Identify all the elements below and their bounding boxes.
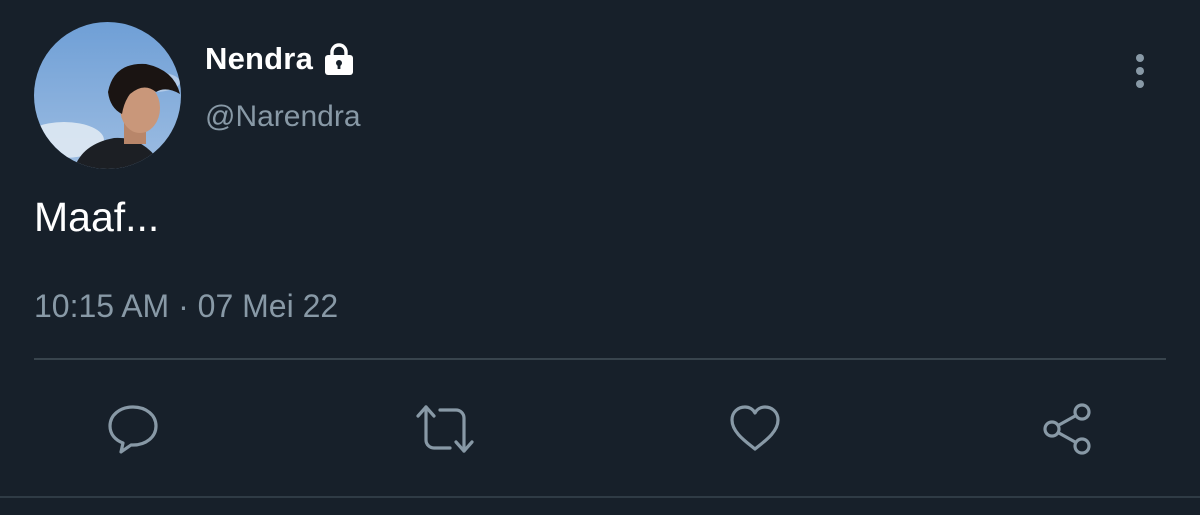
like-button[interactable] <box>728 402 782 456</box>
heart-icon <box>730 405 780 451</box>
tweet-text: Maaf... <box>34 194 160 240</box>
avatar-photo <box>34 22 181 169</box>
reply-icon <box>108 405 158 454</box>
retweet-icon <box>416 405 474 453</box>
share-button[interactable] <box>1040 402 1094 456</box>
share-icon <box>1043 403 1091 455</box>
more-vertical-icon[interactable] <box>1124 50 1156 94</box>
divider <box>34 358 1166 360</box>
tweet-timestamp[interactable]: 10:15 AM · 07 Mei 22 <box>34 288 338 325</box>
tweet-card: Nendra @Narendra Maaf... 10:15 AM · 07 M… <box>0 0 1200 515</box>
user-handle[interactable]: @Narendra <box>205 100 361 134</box>
avatar[interactable] <box>34 22 181 169</box>
display-name[interactable]: Nendra <box>205 41 313 77</box>
lock-icon <box>321 41 357 77</box>
bottom-divider <box>0 496 1200 498</box>
user-name-row: Nendra <box>205 38 357 80</box>
reply-button[interactable] <box>106 402 160 456</box>
retweet-button[interactable] <box>414 402 474 456</box>
